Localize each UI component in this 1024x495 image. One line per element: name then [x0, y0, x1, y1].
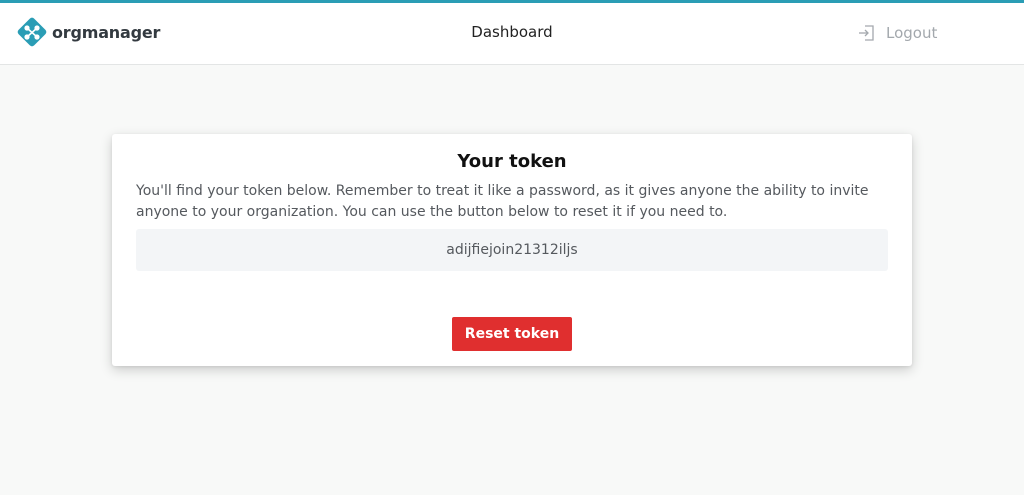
nav-dashboard-link[interactable]: Dashboard [471, 23, 552, 41]
token-card-title: Your token [457, 151, 567, 172]
reset-token-button[interactable]: Reset token [452, 317, 572, 351]
sign-out-icon [859, 25, 874, 41]
token-value[interactable]: adijfiejoin21312iljs [446, 242, 577, 258]
token-card-description: You'll find your token below. Remember t… [136, 183, 869, 220]
token-card: Your token You'll find your token below.… [112, 134, 912, 366]
logo[interactable]: orgmanager [16, 16, 160, 48]
orgmanager-logo-icon [17, 17, 47, 47]
logo-text: orgmanager [52, 22, 161, 42]
header: orgmanager Dashboard Logout [0, 3, 1024, 65]
token-display[interactable]: adijfiejoin21312iljs [136, 229, 888, 271]
logout-button[interactable]: Logout [858, 24, 937, 42]
logout-label: Logout [886, 24, 938, 42]
